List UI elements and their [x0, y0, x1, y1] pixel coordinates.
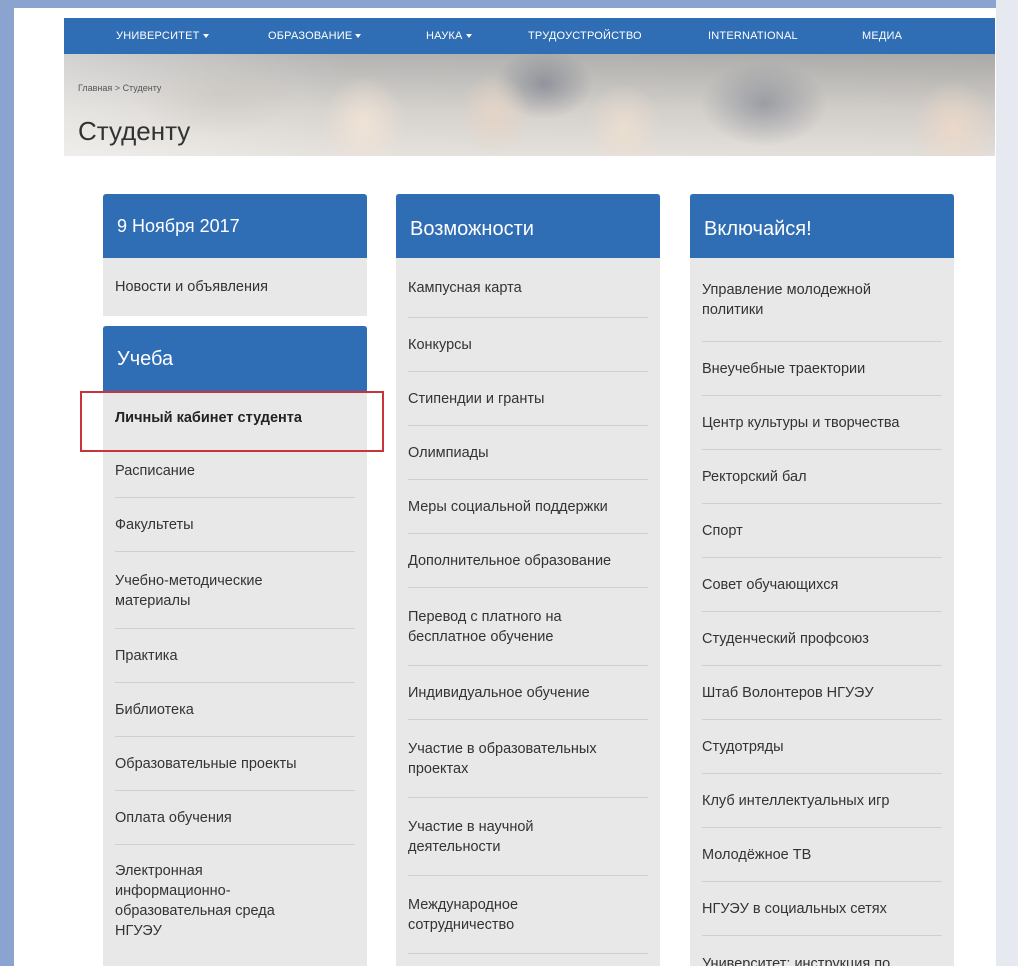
list-item-payment[interactable]: Оплата обучения [103, 791, 367, 845]
get-involved-header: Включайся! [690, 194, 954, 258]
list-item-extracurricular[interactable]: Внеучебные траектории [690, 342, 954, 396]
opportunities-header: Возможности [396, 194, 660, 258]
list-item-social-networks[interactable]: НГУЭУ в социальных сетях [690, 882, 954, 936]
column-get-involved: Включайся! Управление молодежной политик… [690, 194, 954, 966]
page-title: Студенту [78, 116, 191, 146]
list-item-library[interactable]: Библиотека [103, 683, 367, 737]
nav-item-employment[interactable]: ТРУДОУСТРОЙСТВО [528, 30, 708, 42]
list-item-study-materials[interactable]: Учебно-методические материалы [103, 552, 367, 629]
list-item-contests[interactable]: Конкурсы [396, 318, 660, 372]
news-link[interactable]: Новости и объявления [103, 277, 278, 297]
list-item-research-participation[interactable]: Участие в научной деятельности [396, 798, 660, 876]
breadcrumb-separator: > [114, 83, 121, 93]
list-item-volunteers[interactable]: Штаб Волонтеров НГУЭУ [690, 666, 954, 720]
list-item-sport[interactable]: Спорт [690, 504, 954, 558]
list-item-youth-policy[interactable]: Управление молодежной политики [690, 258, 954, 342]
list-item-olympiads[interactable]: Олимпиады [396, 426, 660, 480]
nav-item-media[interactable]: МЕДИА [862, 30, 902, 42]
list-item-personal-account[interactable]: Личный кабинет студента [103, 392, 367, 444]
list-item-transfer-to-free[interactable]: Перевод с платного на бесплатное обучени… [396, 588, 660, 666]
list-item-social-support[interactable]: Меры социальной поддержки [396, 480, 660, 534]
date-header: 9 Ноября 2017 [103, 194, 367, 258]
list-item-rector-ball[interactable]: Ректорский бал [690, 450, 954, 504]
top-navigation: УНИВЕРСИТЕТ ОБРАЗОВАНИЕ НАУКА ТРУДОУСТРО… [64, 18, 995, 54]
list-item-additional-education[interactable]: Дополнительное образование [396, 534, 660, 588]
nav-item-science[interactable]: НАУКА [426, 30, 528, 42]
caret-down-icon [355, 34, 362, 39]
list-item-university-guide[interactable]: Университет: инструкция по [690, 936, 954, 966]
list-item-campus-card[interactable]: Кампусная карта [396, 258, 660, 318]
page: УНИВЕРСИТЕТ ОБРАЗОВАНИЕ НАУКА ТРУДОУСТРО… [64, 18, 995, 966]
list-item-culture-center[interactable]: Центр культуры и творчества [690, 396, 954, 450]
list-item-education-projects[interactable]: Образовательные проекты [103, 737, 367, 791]
list-item-quiz-club[interactable]: Клуб интеллектуальных игр [690, 774, 954, 828]
study-block: Учеба Личный кабинет студента Расписание… [103, 326, 367, 966]
nav-item-international[interactable]: INTERNATIONAL [708, 30, 862, 42]
list-item-international-cooperation[interactable]: Международное сотрудничество [396, 876, 660, 954]
window-frame-left [0, 0, 14, 966]
news-block: Новости и объявления [103, 258, 367, 316]
nav-item-education[interactable]: ОБРАЗОВАНИЕ [268, 30, 426, 42]
list-item-schedule[interactable]: Расписание [103, 444, 367, 498]
study-header: Учеба [103, 326, 367, 392]
list-item-trade-union[interactable]: Студенческий профсоюз [690, 612, 954, 666]
list-item-student-council[interactable]: Совет обучающихся [690, 558, 954, 612]
nav-item-university[interactable]: УНИВЕРСИТЕТ [116, 30, 268, 42]
breadcrumb-current: Студенту [122, 83, 162, 93]
column-opportunities: Возможности Кампусная карта Конкурсы Сти… [396, 194, 660, 966]
breadcrumb: Главная > Студенту [78, 83, 161, 93]
window-frame-top [14, 0, 1018, 8]
list-item-individual-study[interactable]: Индивидуальное обучение [396, 666, 660, 720]
breadcrumb-home[interactable]: Главная [78, 83, 112, 93]
column-study: 9 Ноября 2017 Новости и объявления Учеба… [103, 194, 367, 966]
list-item-e-learning-environment[interactable]: Электронная информационно-образовательна… [103, 845, 367, 941]
caret-down-icon [202, 34, 209, 39]
divider [408, 953, 648, 954]
list-item-education-projects-participation[interactable]: Участие в образовательных проектах [396, 720, 660, 798]
list-item-youth-tv[interactable]: Молодёжное ТВ [690, 828, 954, 882]
spacer [103, 316, 367, 326]
list-item-practice[interactable]: Практика [103, 629, 367, 683]
list-item-scholarships[interactable]: Стипендии и гранты [396, 372, 660, 426]
window-frame-right [996, 0, 1018, 966]
list-item-student-teams[interactable]: Студотряды [690, 720, 954, 774]
list-item-faculties[interactable]: Факультеты [103, 498, 367, 552]
caret-down-icon [465, 34, 472, 39]
hero-banner: Главная > Студенту Студенту [64, 54, 995, 156]
